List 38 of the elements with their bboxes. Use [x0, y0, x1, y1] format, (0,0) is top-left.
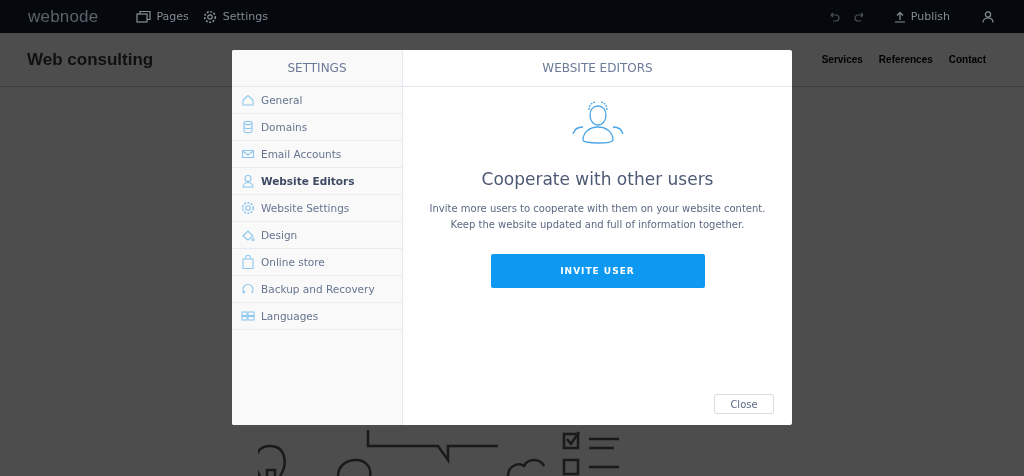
invite-user-button[interactable]: INVITE USER [490, 254, 705, 288]
sidebar-item[interactable]: Domains [232, 114, 402, 141]
sidebar-item[interactable]: Languages [232, 303, 402, 330]
nav-link[interactable]: Services [821, 54, 863, 65]
description-text: Keep the website updated and full of information together. [449, 218, 746, 232]
pages-icon [136, 9, 152, 24]
dialog-heading: Cooperate with other users [481, 169, 714, 189]
description-text: Invite more users to cooperate with them on your website content. [429, 202, 766, 216]
gear-icon [241, 201, 255, 215]
settings-icon [202, 9, 218, 24]
close-button[interactable]: Close [714, 394, 774, 414]
database-icon [241, 120, 255, 134]
sidebar-item[interactable]: Design [232, 222, 402, 249]
sidebar-item[interactable]: General [232, 87, 402, 114]
sidebar-item[interactable]: Online store [232, 249, 402, 276]
sidebar-title: SETTINGS [232, 50, 402, 87]
nav-link[interactable]: References [878, 54, 933, 65]
language-icon [241, 309, 255, 323]
home-icon [241, 93, 255, 107]
menu-item[interactable]: Settings [202, 9, 268, 24]
user-icon[interactable] [982, 10, 994, 23]
logo[interactable]: webnode [28, 6, 99, 27]
redo-icon[interactable] [853, 10, 866, 23]
sidebar-item[interactable]: Email Accounts [232, 141, 402, 168]
sidebar-item[interactable]: Backup and Recovery [232, 276, 402, 303]
user-icon [241, 174, 255, 188]
users-icon [570, 100, 625, 144]
envelope-icon [241, 147, 255, 161]
menu-item[interactable]: Pages [136, 9, 189, 24]
upload-icon [893, 10, 906, 23]
sidebar-item[interactable]: Website Editors [232, 168, 402, 195]
sidebar-item[interactable]: Website Settings [232, 195, 402, 222]
shopping-bag-icon [241, 255, 255, 269]
publish-button[interactable]: Publish [893, 10, 950, 23]
paint-bucket-icon [241, 228, 255, 242]
nav-link[interactable]: Contact [948, 54, 986, 65]
refresh-icon [241, 282, 255, 296]
dialog-title: WEBSITE EDITORS [403, 50, 792, 87]
